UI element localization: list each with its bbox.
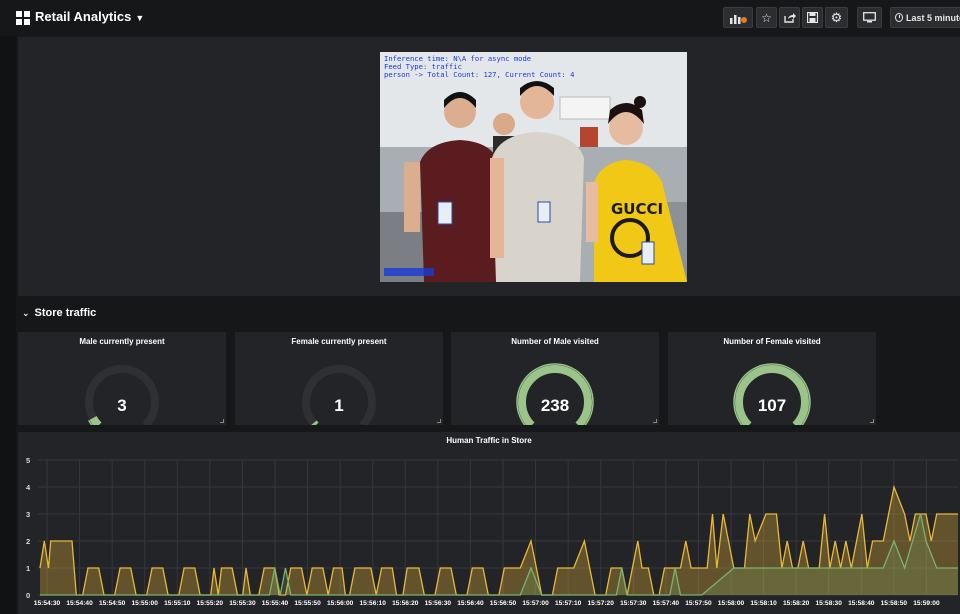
add-panel-button[interactable]	[723, 7, 753, 28]
svg-text:GUCCI: GUCCI	[611, 200, 663, 218]
x-tick-label: 15:58:10	[750, 600, 777, 607]
time-range-label: Last 5 minutes	[905, 12, 960, 23]
x-tick-label: 15:56:10	[360, 600, 387, 607]
x-tick-label: 15:58:50	[881, 600, 908, 607]
video-panel: GUCCI Inference time: N\A for async mode…	[18, 37, 960, 296]
x-tick-label: 15:58:40	[848, 600, 875, 607]
x-tick-label: 15:58:30	[816, 600, 843, 607]
view-mode-button[interactable]	[857, 7, 882, 28]
top-navbar: Retail Analytics ▼ ☆ ⚙ Last 5 minut	[0, 0, 960, 36]
chevron-down-icon: ▼	[135, 13, 145, 23]
panel-resize-handle[interactable]	[653, 419, 657, 423]
camera-scene: GUCCI Inference time: N\A for async mode…	[380, 52, 687, 282]
x-tick-label: 15:55:00	[132, 600, 159, 607]
x-tick-label: 15:55:40	[262, 600, 289, 607]
share-dashboard-button[interactable]	[779, 7, 800, 28]
traffic-chart[interactable]: 0 1 2 3 4 5 15:54:30 15:54:40 15:54:50 15:55:00 15…	[18, 432, 960, 614]
side-strip	[0, 36, 16, 614]
y-tick-label: 0	[26, 591, 30, 600]
chevron-down-icon: ⌄	[22, 308, 30, 318]
gauge-panel-female-visited: Number of Female visited 107	[668, 332, 876, 425]
star-icon: ☆	[761, 10, 772, 25]
save-dashboard-button[interactable]	[802, 7, 823, 28]
gauge-panel-male-visited: Number of Male visited 238	[451, 332, 659, 425]
gauge-panel-female-present: Female currently present 1	[235, 332, 443, 425]
settings-button[interactable]: ⚙	[825, 7, 848, 28]
x-tick-label: 15:56:00	[327, 600, 354, 607]
x-tick-label: 15:57:10	[555, 600, 582, 607]
gauge-value: 107	[757, 396, 787, 415]
dashboard-grid-icon[interactable]	[16, 11, 30, 25]
gauge-value: 3	[117, 396, 127, 415]
x-tick-label: 15:56:30	[425, 600, 452, 607]
human-traffic-chart-panel: Human Traffic in Store 0 1 2 3 4 5 15:54:30 15:…	[18, 432, 960, 614]
y-tick-label: 2	[26, 537, 30, 546]
dashboard-title[interactable]: Retail Analytics ▼	[35, 9, 144, 24]
share-icon	[783, 13, 796, 23]
x-tick-label: 15:55:50	[294, 600, 321, 607]
gauge-value: 238	[540, 396, 570, 415]
x-tick-label: 15:57:20	[588, 600, 615, 607]
panel-resize-handle[interactable]	[437, 419, 441, 423]
y-tick-label: 5	[26, 456, 30, 465]
panel-resize-handle[interactable]	[870, 419, 874, 423]
x-tick-label: 15:57:50	[685, 600, 712, 607]
x-tick-label: 15:54:40	[66, 600, 93, 607]
monitor-icon	[863, 12, 876, 23]
x-tick-label: 15:57:40	[653, 600, 680, 607]
x-tick-label: 15:54:30	[34, 600, 61, 607]
x-tick-label: 15:56:50	[490, 600, 517, 607]
clock-icon	[895, 13, 903, 22]
y-tick-label: 4	[26, 483, 31, 492]
panel-resize-handle[interactable]	[220, 419, 224, 423]
x-tick-label: 15:59:00	[913, 600, 940, 607]
y-tick-label: 1	[26, 564, 30, 573]
x-tick-label: 15:54:50	[99, 600, 126, 607]
row-header-store-traffic[interactable]: ⌄ Store traffic	[22, 307, 96, 319]
y-tick-label: 3	[26, 510, 30, 519]
x-tick-label: 15:58:00	[718, 600, 745, 607]
camera-feed-image: GUCCI Inference time: N\A for async mode…	[380, 52, 687, 282]
x-tick-label: 15:55:30	[229, 600, 256, 607]
dashboard-title-text: Retail Analytics	[35, 9, 132, 24]
x-tick-label: 15:58:20	[783, 600, 810, 607]
x-tick-label: 15:57:30	[620, 600, 647, 607]
row-title-text: Store traffic	[34, 307, 97, 319]
gauge-fill	[311, 420, 319, 425]
x-tick-label: 15:55:10	[164, 600, 191, 607]
x-tick-label: 15:55:20	[197, 600, 224, 607]
overlay-line-3: person -> Total Count: 127, Current Coun…	[384, 70, 574, 79]
gear-icon: ⚙	[830, 9, 843, 25]
x-tick-label: 15:56:40	[457, 600, 484, 607]
x-tick-label: 15:56:20	[392, 600, 419, 607]
gauge-value: 1	[334, 396, 344, 415]
gauge-panel-male-present: Male currently present 3	[18, 332, 226, 425]
star-dashboard-button[interactable]: ☆	[756, 7, 777, 28]
add-panel-icon	[730, 14, 747, 24]
x-tick-label: 15:57:00	[522, 600, 549, 607]
save-icon	[807, 12, 818, 23]
time-range-picker[interactable]: Last 5 minutes	[890, 7, 960, 28]
gauge-fill	[89, 415, 102, 425]
